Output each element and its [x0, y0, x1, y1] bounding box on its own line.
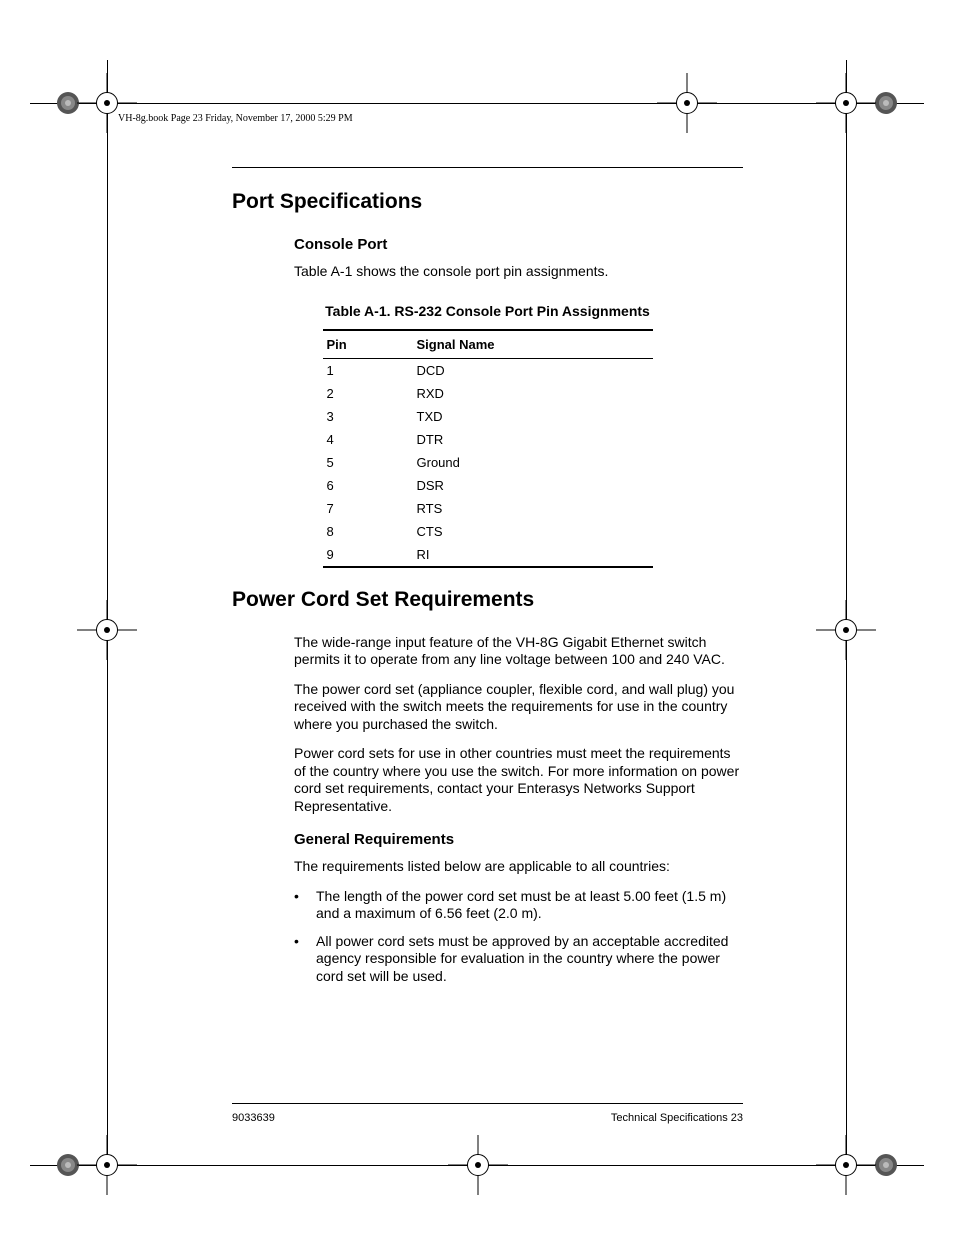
registration-mark-icon [873, 1152, 899, 1178]
heading-power-cord: Power Cord Set Requirements [232, 588, 743, 612]
crop-guide-top [30, 103, 924, 104]
cell-signal: TXD [417, 409, 649, 424]
cell-signal: DTR [417, 432, 649, 447]
cell-signal: RI [417, 547, 649, 562]
table-header-pin: Pin [327, 337, 417, 352]
cell-signal: RXD [417, 386, 649, 401]
requirements-list: The length of the power cord set must be… [294, 888, 743, 986]
cell-signal: DCD [417, 363, 649, 378]
pin-assignment-table: Pin Signal Name 1DCD2RXD3TXD4DTR5Ground6… [323, 329, 653, 568]
running-head: VH-8g.book Page 23 Friday, November 17, … [118, 113, 353, 124]
crosshair-icon [816, 1135, 876, 1195]
para-power-1: The wide-range input feature of the VH-8… [294, 634, 743, 669]
page-content: Port Specifications Console Port Table A… [232, 190, 743, 995]
cell-pin: 3 [327, 409, 417, 424]
cell-pin: 8 [327, 524, 417, 539]
footer-doc-number: 9033639 [232, 1112, 275, 1124]
footer-rule [232, 1103, 743, 1104]
cell-pin: 9 [327, 547, 417, 562]
table-row: 9RI [323, 543, 653, 566]
crosshair-icon [77, 73, 137, 133]
table-row: 4DTR [323, 428, 653, 451]
cell-pin: 2 [327, 386, 417, 401]
list-item: The length of the power cord set must be… [294, 888, 743, 923]
crosshair-icon [77, 600, 137, 660]
crosshair-icon [816, 73, 876, 133]
cell-pin: 6 [327, 478, 417, 493]
registration-mark-icon [873, 90, 899, 116]
cell-signal: DSR [417, 478, 649, 493]
table-row: 3TXD [323, 405, 653, 428]
cell-pin: 1 [327, 363, 417, 378]
para-genreq-intro: The requirements listed below are applic… [294, 858, 743, 876]
para-console-intro: Table A-1 shows the console port pin ass… [294, 263, 743, 281]
cell-signal: CTS [417, 524, 649, 539]
crosshair-icon [448, 1135, 508, 1195]
heading-console-port: Console Port [294, 236, 743, 253]
heading-port-specifications: Port Specifications [232, 190, 743, 214]
cell-pin: 7 [327, 501, 417, 516]
crosshair-icon [816, 600, 876, 660]
cell-signal: Ground [417, 455, 649, 470]
page-footer: 9033639 Technical Specifications 23 [232, 1112, 743, 1124]
cell-signal: RTS [417, 501, 649, 516]
para-power-3: Power cord sets for use in other countri… [294, 745, 743, 815]
table-row: 8CTS [323, 520, 653, 543]
crosshair-icon [77, 1135, 137, 1195]
footer-page-label: Technical Specifications 23 [611, 1112, 743, 1124]
table-header-signal: Signal Name [417, 337, 649, 352]
table-row: 2RXD [323, 382, 653, 405]
table-row: 7RTS [323, 497, 653, 520]
table-row: 1DCD [323, 359, 653, 382]
crosshair-icon [657, 73, 717, 133]
table-caption: Table A-1. RS-232 Console Port Pin Assig… [232, 303, 743, 319]
header-rule [232, 167, 743, 168]
cell-pin: 5 [327, 455, 417, 470]
heading-general-requirements: General Requirements [294, 831, 743, 848]
cell-pin: 4 [327, 432, 417, 447]
table-row: 6DSR [323, 474, 653, 497]
list-item: All power cord sets must be approved by … [294, 933, 743, 986]
table-header-row: Pin Signal Name [323, 331, 653, 359]
table-row: 5Ground [323, 451, 653, 474]
para-power-2: The power cord set (appliance coupler, f… [294, 681, 743, 734]
